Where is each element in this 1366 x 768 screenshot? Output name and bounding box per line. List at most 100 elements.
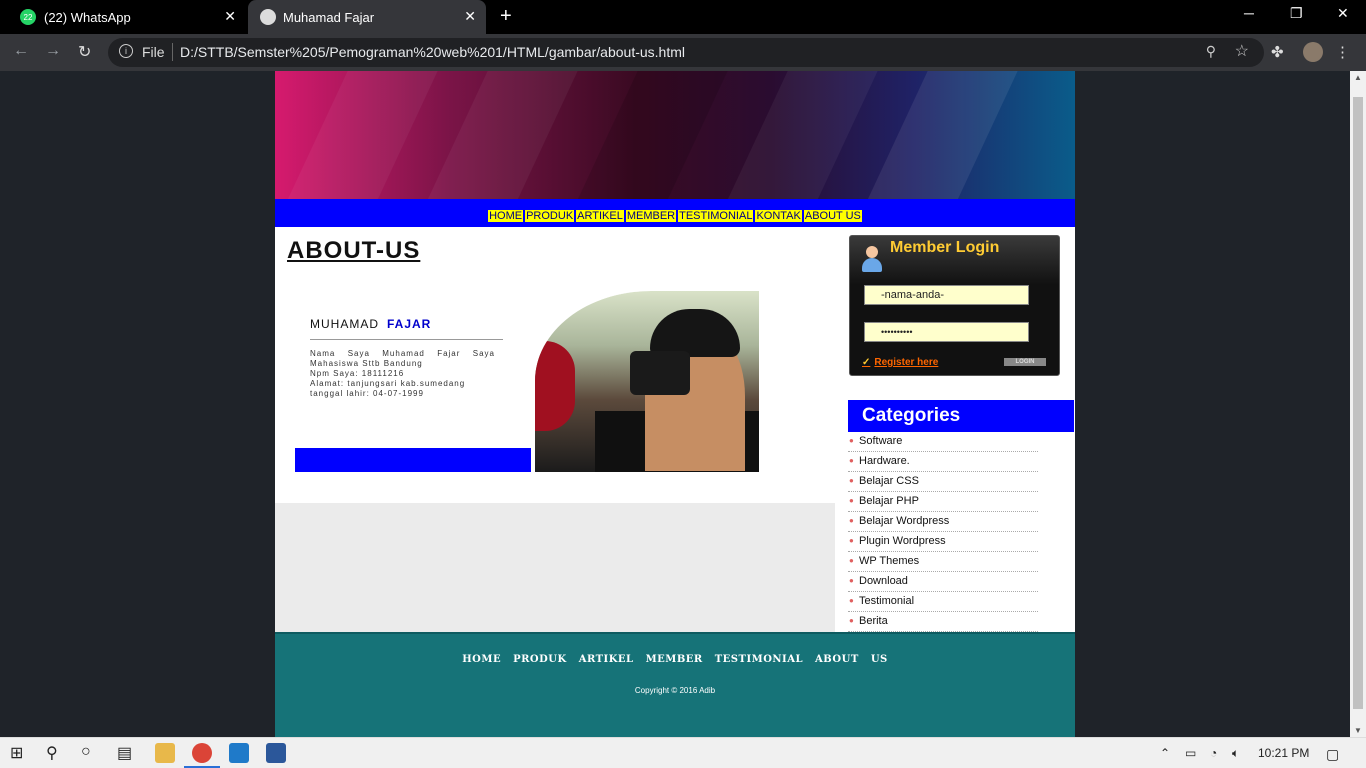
battery-icon[interactable]: ▭ xyxy=(1185,746,1196,760)
username-field[interactable]: -nama-anda- xyxy=(864,285,1029,305)
nav-home[interactable]: HOME xyxy=(488,210,524,222)
bullet-icon: ● xyxy=(849,616,854,625)
category-label[interactable]: Software xyxy=(859,435,902,447)
wifi-icon[interactable]: ◔ xyxy=(1210,746,1217,760)
cortana-icon[interactable]: ○ xyxy=(81,743,91,761)
forward-icon[interactable]: → xyxy=(45,42,61,60)
minimize-icon[interactable]: ─ xyxy=(1244,5,1254,21)
tab-muhamad-fajar[interactable]: Muhamad Fajar ✕ xyxy=(248,0,486,34)
profile-bio: Nama Saya Muhamad Fajar Saya Mahasiswa S… xyxy=(310,349,495,399)
footer-nav-us[interactable]: US xyxy=(871,654,888,665)
menu-icon[interactable]: ⋮ xyxy=(1335,43,1350,61)
category-item[interactable]: ● Plugin Wordpress xyxy=(848,532,1038,552)
category-item[interactable]: ● Berita xyxy=(848,612,1038,632)
nav-kontak[interactable]: KONTAK xyxy=(755,210,802,222)
categories-title: Categories xyxy=(848,400,1074,432)
content-footer-area xyxy=(275,503,835,632)
footer-nav-member[interactable]: MEMBER xyxy=(646,654,703,665)
url-separator xyxy=(172,43,173,61)
bullet-icon: ● xyxy=(849,556,854,565)
footer-nav-testimonial[interactable]: TESTIMONIAL xyxy=(715,654,803,665)
profile-avatar[interactable] xyxy=(1303,42,1323,62)
category-label[interactable]: Belajar CSS xyxy=(859,475,919,487)
nav-about-us[interactable]: ABOUT US xyxy=(803,210,862,222)
word-icon[interactable] xyxy=(266,743,286,763)
category-label[interactable]: Hardware. xyxy=(859,455,910,467)
category-item[interactable]: ● Hardware. xyxy=(848,452,1038,472)
new-tab-button[interactable]: + xyxy=(500,5,512,28)
category-label[interactable]: Belajar Wordpress xyxy=(859,515,949,527)
category-item[interactable]: ● Software xyxy=(848,432,1038,452)
zoom-icon[interactable]: ⚲ xyxy=(1206,43,1216,60)
nav-testimonial[interactable]: TESTIMONIAL xyxy=(678,210,754,222)
bookmark-star-icon[interactable]: ☆ xyxy=(1235,41,1249,61)
reload-icon[interactable]: ↻ xyxy=(78,42,91,62)
nav-member[interactable]: MEMBER xyxy=(625,210,677,222)
login-button[interactable]: LOGIN xyxy=(1004,358,1046,366)
category-item[interactable]: ● Belajar PHP xyxy=(848,492,1038,512)
back-icon[interactable]: ← xyxy=(13,42,29,60)
footer-nav-home[interactable]: HOME xyxy=(462,654,501,665)
browser-toolbar: ← → ↻ i File D:/STTB/Semster%205/Pemogra… xyxy=(0,34,1366,71)
categories-list: ● Software ● Hardware. ● Belajar CSS ● Belaj… xyxy=(848,432,1038,632)
category-label[interactable]: WP Themes xyxy=(859,555,919,567)
chrome-icon[interactable] xyxy=(192,743,212,763)
bio-line: tanggal lahir: 04-07-1999 xyxy=(310,389,424,398)
check-icon: ✓ xyxy=(862,357,871,368)
chevron-up-icon[interactable]: ⌃ xyxy=(1160,746,1170,760)
notifications-icon[interactable]: ▢ xyxy=(1326,746,1339,763)
site-footer: HOME PRODUK ARTIKEL MEMBER TESTIMONIAL ABOUT U… xyxy=(275,632,1075,737)
close-tab-icon[interactable]: ✕ xyxy=(224,8,236,25)
category-label[interactable]: Testimonial xyxy=(859,595,914,607)
category-item[interactable]: ● WP Themes xyxy=(848,552,1038,572)
volume-icon[interactable]: 🔈︎ xyxy=(1232,746,1239,761)
bio-line: Alamat: tanjungsari kab.sumedang xyxy=(310,379,466,388)
search-icon[interactable]: ⚲ xyxy=(46,743,58,763)
header-banner xyxy=(275,71,1075,199)
category-item[interactable]: ● Download xyxy=(848,572,1038,592)
restore-icon[interactable]: ❐ xyxy=(1290,5,1303,22)
task-view-icon[interactable]: ▤ xyxy=(117,743,132,763)
footer-nav-about[interactable]: ABOUT xyxy=(815,654,859,665)
category-item[interactable]: ● Testimonial xyxy=(848,592,1038,612)
globe-icon xyxy=(260,9,276,25)
category-label[interactable]: Download xyxy=(859,575,908,587)
register-label[interactable]: Register here xyxy=(874,357,938,368)
login-title: Member Login xyxy=(890,239,1000,256)
file-explorer-icon[interactable] xyxy=(155,743,175,763)
url-text[interactable]: D:/STTB/Semster%205/Pemograman%20web%201… xyxy=(180,44,685,60)
address-bar[interactable]: i File D:/STTB/Semster%205/Pemograman%20… xyxy=(108,38,1264,67)
close-tab-icon[interactable]: ✕ xyxy=(464,8,476,25)
password-field[interactable]: •••••••••• xyxy=(864,322,1029,342)
footer-nav-artikel[interactable]: ARTIKEL xyxy=(579,654,634,665)
info-icon[interactable]: i xyxy=(119,44,133,58)
bullet-icon: ● xyxy=(849,456,854,465)
category-label[interactable]: Belajar PHP xyxy=(859,495,919,507)
extensions-icon[interactable]: ✤ xyxy=(1271,43,1284,61)
bio-line: Npm Saya: 18111216 xyxy=(310,369,405,378)
taskbar: ⊞ ⚲ ○ ▤ ⌃ ▭ ◔ 🔈︎ 10:21 PM ▢ xyxy=(0,737,1366,768)
category-label[interactable]: Plugin Wordpress xyxy=(859,535,946,547)
vertical-scrollbar[interactable]: ▲ ▼ xyxy=(1350,71,1366,737)
windows-start-icon[interactable]: ⊞ xyxy=(10,743,23,763)
member-login-panel: Member Login -nama-anda- •••••••••• ✓ Reg… xyxy=(849,235,1060,376)
scroll-thumb[interactable] xyxy=(1353,97,1363,709)
clock[interactable]: 10:21 PM xyxy=(1258,746,1309,760)
category-label[interactable]: Berita xyxy=(859,615,888,627)
scroll-down-icon[interactable]: ▼ xyxy=(1354,726,1362,735)
bullet-icon: ● xyxy=(849,476,854,485)
nav-artikel[interactable]: ARTIKEL xyxy=(576,210,624,222)
copyright: Copyright © 2016 Adib xyxy=(634,686,716,695)
page-viewport: HOME PRODUK ARTIKEL MEMBER TESTIMONIAL KONTAK… xyxy=(0,71,1350,737)
vscode-icon[interactable] xyxy=(229,743,249,763)
profile-card: MUHAMAD FAJAR Nama Saya Muhamad Fajar Say… xyxy=(295,291,759,472)
category-item[interactable]: ● Belajar Wordpress xyxy=(848,512,1038,532)
tab-whatsapp[interactable]: 22 (22) WhatsApp ✕ xyxy=(0,0,246,34)
nav-produk[interactable]: PRODUK xyxy=(525,210,575,222)
footer-nav-produk[interactable]: PRODUK xyxy=(513,654,567,665)
scroll-up-icon[interactable]: ▲ xyxy=(1354,73,1362,82)
register-link[interactable]: ✓ Register here xyxy=(862,357,938,368)
bullet-icon: ● xyxy=(849,436,854,445)
window-close-icon[interactable]: ✕ xyxy=(1337,5,1349,22)
category-item[interactable]: ● Belajar CSS xyxy=(848,472,1038,492)
